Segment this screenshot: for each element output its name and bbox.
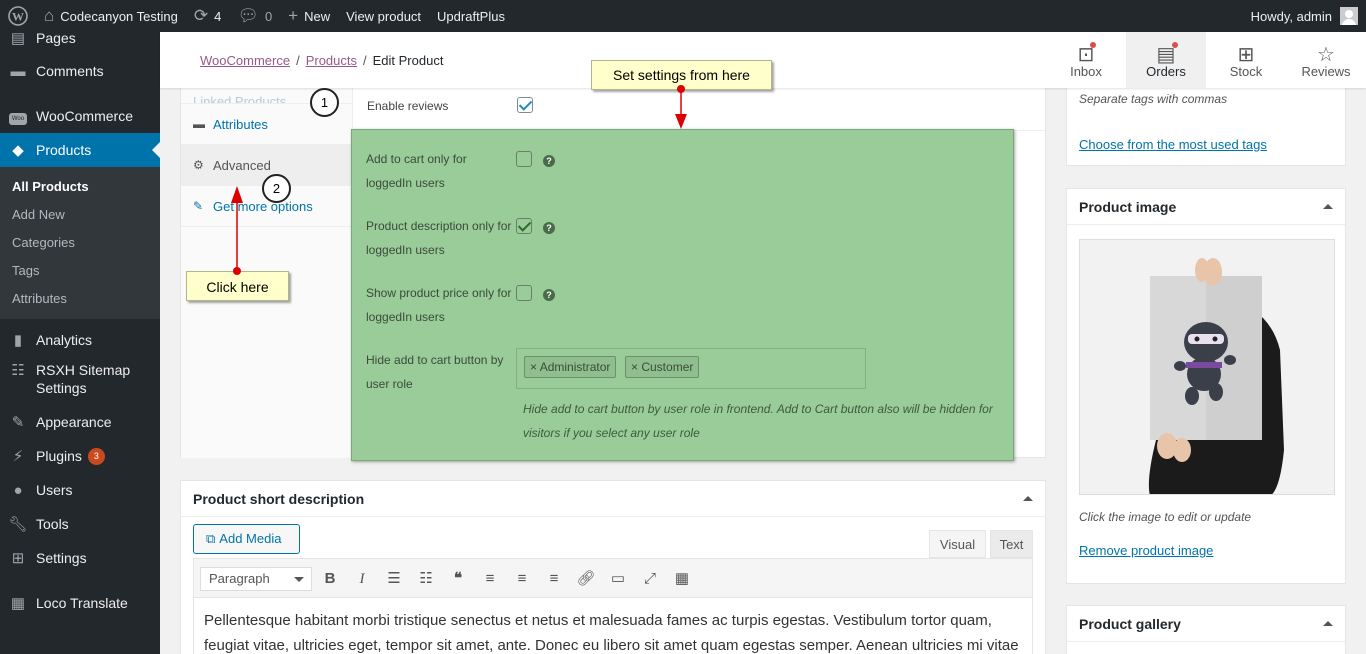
plus-icon: + — [288, 6, 299, 25]
comment-icon: 💬︎ — [237, 6, 259, 25]
arrow-to-panel — [675, 85, 687, 129]
wp-logo-icon[interactable]: W — [0, 0, 36, 32]
view-product-link[interactable]: View product — [338, 0, 429, 32]
updates-link[interactable]: ⟳ 4 — [186, 0, 229, 32]
arrow-to-advanced-tab — [231, 186, 243, 275]
updates-icon: ⟳ — [193, 6, 209, 25]
svg-text:W: W — [12, 10, 24, 24]
howdy-user[interactable]: Howdy, admin — [1251, 9, 1332, 24]
updraftplus-link[interactable]: UpdraftPlus — [429, 0, 513, 32]
comments-link[interactable]: 💬︎ 0 — [229, 0, 280, 32]
avatar[interactable] — [1340, 7, 1358, 25]
site-name-link[interactable]: ⌂ Codecanyon Testing — [36, 0, 186, 32]
annotation-arrows — [231, 85, 687, 275]
new-content-link[interactable]: + New — [280, 0, 338, 32]
home-icon: ⌂ — [44, 6, 55, 25]
admin-bar: W ⌂ Codecanyon Testing ⟳ 4 💬︎ 0 + New Vi… — [0, 0, 1366, 32]
